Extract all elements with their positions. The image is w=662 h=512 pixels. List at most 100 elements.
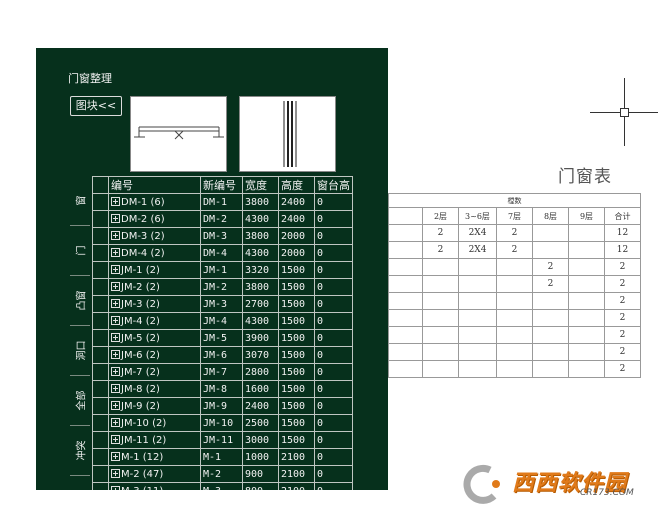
- row-selector[interactable]: [92, 210, 109, 228]
- grid-row[interactable]: JM-6 (2) JM-6 3070 1500 0: [92, 346, 353, 364]
- cell-width[interactable]: 4300: [242, 210, 279, 228]
- cell-new-id[interactable]: JM-8: [200, 380, 243, 398]
- cell-height[interactable]: 2400: [278, 193, 315, 211]
- cell-width[interactable]: 2500: [242, 414, 279, 432]
- cell-width[interactable]: 3800: [242, 227, 279, 245]
- cell-new-id[interactable]: JM-4: [200, 312, 243, 330]
- row-selector[interactable]: [92, 244, 109, 262]
- cell-id[interactable]: JM-7 (2): [108, 363, 201, 381]
- cell-id[interactable]: JM-11 (2): [108, 431, 201, 449]
- grid-row[interactable]: DM-3 (2) DM-3 3800 2000 0: [92, 227, 353, 245]
- grid-row[interactable]: JM-4 (2) JM-4 4300 1500 0: [92, 312, 353, 330]
- row-selector[interactable]: [92, 431, 109, 449]
- cell-id[interactable]: M-2 (47): [108, 465, 201, 483]
- cell-height[interactable]: 1500: [278, 431, 315, 449]
- row-selector[interactable]: [92, 261, 109, 279]
- grid-column-header[interactable]: 窗台高: [314, 176, 353, 194]
- cell-width[interactable]: 900: [242, 465, 279, 483]
- grid-column-header[interactable]: 高度: [278, 176, 315, 194]
- grid-row[interactable]: JM-7 (2) JM-7 2800 1500 0: [92, 363, 353, 381]
- grid-column-header[interactable]: 新编号: [200, 176, 243, 194]
- cell-new-id[interactable]: JM-7: [200, 363, 243, 381]
- cell-height[interactable]: 1500: [278, 278, 315, 296]
- cell-new-id[interactable]: JM-3: [200, 295, 243, 313]
- expand-plus-icon[interactable]: [111, 366, 120, 376]
- tab-all[interactable]: 全部: [70, 376, 90, 426]
- cell-height[interactable]: 1500: [278, 380, 315, 398]
- cell-width[interactable]: 3900: [242, 329, 279, 347]
- grid-row[interactable]: JM-11 (2) JM-11 3000 1500 0: [92, 431, 353, 449]
- cell-sill-height[interactable]: 0: [314, 414, 353, 432]
- grid-row[interactable]: DM-4 (2) DM-4 4300 2000 0: [92, 244, 353, 262]
- cell-height[interactable]: 1500: [278, 295, 315, 313]
- cell-height[interactable]: 1500: [278, 363, 315, 381]
- row-selector[interactable]: [92, 346, 109, 364]
- cell-id[interactable]: JM-8 (2): [108, 380, 201, 398]
- cell-id[interactable]: JM-1 (2): [108, 261, 201, 279]
- cell-id[interactable]: JM-9 (2): [108, 397, 201, 415]
- cell-height[interactable]: 1500: [278, 346, 315, 364]
- cell-height[interactable]: 1500: [278, 397, 315, 415]
- row-selector[interactable]: [92, 414, 109, 432]
- cell-sill-height[interactable]: 0: [314, 312, 353, 330]
- cell-height[interactable]: 1500: [278, 329, 315, 347]
- cell-height[interactable]: 1500: [278, 261, 315, 279]
- grid-row[interactable]: JM-5 (2) JM-5 3900 1500 0: [92, 329, 353, 347]
- cell-new-id[interactable]: JM-2: [200, 278, 243, 296]
- tab-conflict[interactable]: 冲突: [70, 426, 90, 476]
- cell-height[interactable]: 2100: [278, 448, 315, 466]
- grid-column-header[interactable]: 编号: [108, 176, 201, 194]
- grid-row[interactable]: DM-2 (6) DM-2 4300 2400 0: [92, 210, 353, 228]
- cell-height[interactable]: 2000: [278, 227, 315, 245]
- cell-new-id[interactable]: M-2: [200, 465, 243, 483]
- cell-width[interactable]: 4300: [242, 244, 279, 262]
- grid-row[interactable]: DM-1 (6) DM-1 3800 2400 0: [92, 193, 353, 211]
- row-selector[interactable]: [92, 465, 109, 483]
- tab-window[interactable]: 窗: [70, 176, 90, 226]
- cell-sill-height[interactable]: 0: [314, 448, 353, 466]
- expand-plus-icon[interactable]: [111, 298, 120, 308]
- row-selector[interactable]: [92, 363, 109, 381]
- tab-door[interactable]: 门: [70, 226, 90, 276]
- block-preview-elevation[interactable]: [239, 96, 336, 172]
- row-selector[interactable]: [92, 278, 109, 296]
- cell-height[interactable]: 2100: [278, 482, 315, 490]
- expand-plus-icon[interactable]: [111, 400, 120, 410]
- cell-sill-height[interactable]: 0: [314, 363, 353, 381]
- expand-plus-icon[interactable]: [111, 213, 120, 223]
- cell-sill-height[interactable]: 0: [314, 397, 353, 415]
- cell-id[interactable]: JM-5 (2): [108, 329, 201, 347]
- expand-plus-icon[interactable]: [111, 383, 120, 393]
- grid-row[interactable]: M-2 (47) M-2 900 2100 0: [92, 465, 353, 483]
- cell-sill-height[interactable]: 0: [314, 295, 353, 313]
- cell-sill-height[interactable]: 0: [314, 193, 353, 211]
- cell-width[interactable]: 3320: [242, 261, 279, 279]
- cell-new-id[interactable]: JM-9: [200, 397, 243, 415]
- row-selector[interactable]: [92, 448, 109, 466]
- cell-new-id[interactable]: JM-11: [200, 431, 243, 449]
- cell-new-id[interactable]: JM-6: [200, 346, 243, 364]
- expand-plus-icon[interactable]: [111, 451, 120, 461]
- block-preview-plan[interactable]: [130, 96, 227, 172]
- cell-new-id[interactable]: JM-10: [200, 414, 243, 432]
- expand-plus-icon[interactable]: [111, 468, 120, 478]
- cell-id[interactable]: DM-2 (6): [108, 210, 201, 228]
- expand-plus-icon[interactable]: [111, 315, 120, 325]
- grid-row[interactable]: M-1 (12) M-1 1000 2100 0: [92, 448, 353, 466]
- cell-width[interactable]: 3800: [242, 193, 279, 211]
- expand-plus-icon[interactable]: [111, 349, 120, 359]
- cell-width[interactable]: 2400: [242, 397, 279, 415]
- grid-row[interactable]: JM-2 (2) JM-2 3800 1500 0: [92, 278, 353, 296]
- row-selector[interactable]: [92, 295, 109, 313]
- cell-width[interactable]: 3800: [242, 278, 279, 296]
- cell-width[interactable]: 1000: [242, 448, 279, 466]
- expand-plus-icon[interactable]: [111, 332, 120, 342]
- cell-height[interactable]: 1500: [278, 312, 315, 330]
- cell-id[interactable]: JM-3 (2): [108, 295, 201, 313]
- cell-width[interactable]: 800: [242, 482, 279, 490]
- cell-sill-height[interactable]: 0: [314, 380, 353, 398]
- cell-width[interactable]: 4300: [242, 312, 279, 330]
- row-selector[interactable]: [92, 329, 109, 347]
- row-selector[interactable]: [92, 227, 109, 245]
- cell-new-id[interactable]: M-1: [200, 448, 243, 466]
